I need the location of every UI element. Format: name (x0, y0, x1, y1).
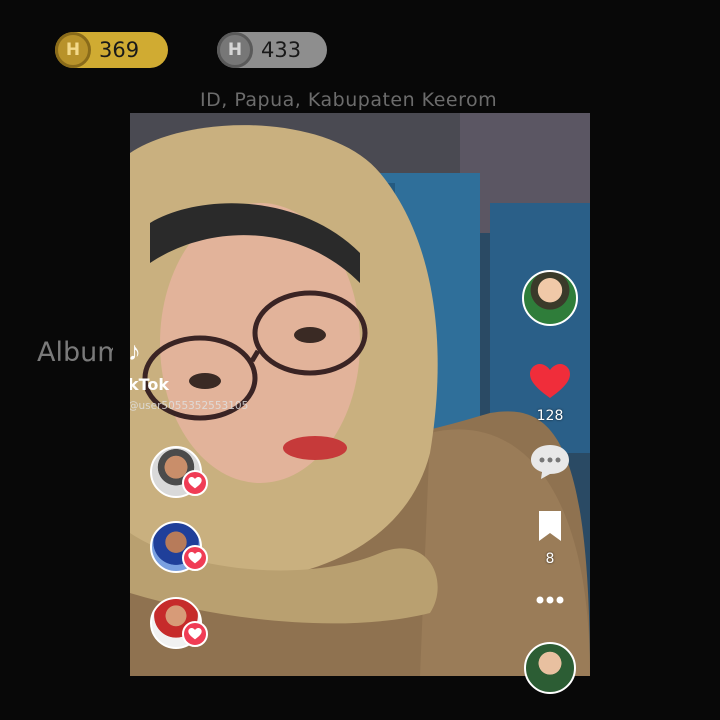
coin-silver-icon: H (217, 32, 253, 68)
like-count: 128 (536, 408, 564, 424)
heart-badge-icon (182, 621, 208, 647)
video-frame-image (130, 113, 590, 676)
watermark-username: @user5055352553105 (130, 400, 249, 412)
watermark-app-name: kTok (130, 375, 170, 394)
save-count: 8 (545, 551, 555, 567)
tiktok-logo-icon: ♪ (130, 336, 141, 366)
heart-badge-icon (182, 545, 208, 571)
album-label[interactable]: Album (37, 337, 113, 368)
video-screenshot[interactable]: ♪ kTok @user5055352553105 (130, 113, 590, 676)
liker-avatar[interactable] (150, 446, 208, 500)
liker-avatar[interactable] (150, 521, 208, 575)
gold-coin-value: 369 (99, 38, 140, 62)
music-disc-avatar[interactable] (524, 642, 576, 694)
more-options-icon[interactable] (530, 590, 570, 610)
creator-avatar[interactable] (522, 270, 578, 326)
coin-gold-icon: H (55, 32, 91, 68)
like-heart-icon[interactable] (530, 364, 570, 400)
location-label: ID, Papua, Kabupaten Keerom (200, 89, 498, 111)
liker-avatar[interactable] (150, 597, 208, 651)
bookmark-icon[interactable] (537, 509, 563, 543)
comment-icon[interactable] (529, 443, 571, 481)
heart-badge-icon (182, 470, 208, 496)
silver-coin-counter[interactable]: H 433 (217, 32, 327, 68)
gold-coin-counter[interactable]: H 369 (55, 32, 168, 68)
silver-coin-value: 433 (261, 38, 302, 62)
